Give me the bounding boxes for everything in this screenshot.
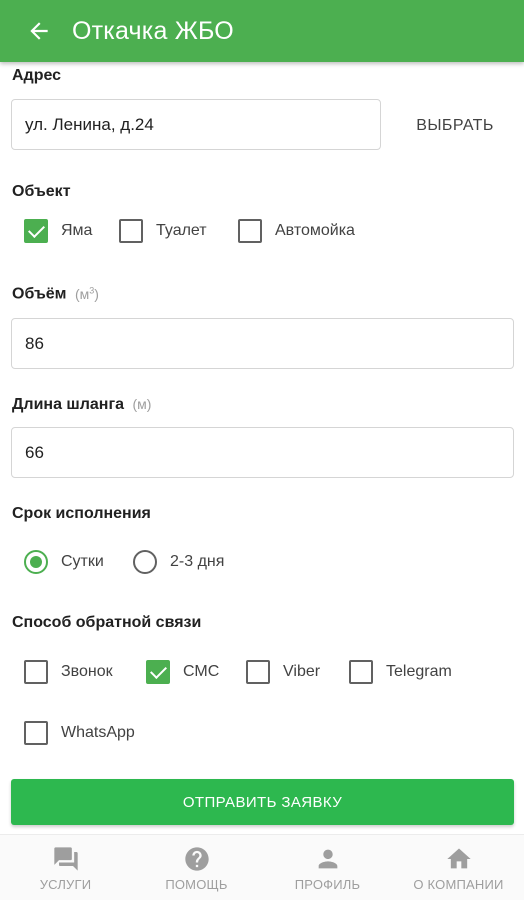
deadline-option-label: Сутки <box>61 553 104 570</box>
deadline-option-2-3-days[interactable]: 2-3 дня <box>133 547 224 577</box>
deadline-label: Срок исполнения <box>12 505 151 522</box>
back-button[interactable] <box>22 14 56 48</box>
object-option-pit[interactable]: Яма <box>24 216 92 246</box>
object-option-label: Яма <box>61 222 93 239</box>
nav-item-profile[interactable]: ПРОФИЛЬ <box>262 835 393 900</box>
object-option-carwash[interactable]: Автомойка <box>238 216 355 246</box>
volume-unit-text: м <box>79 285 90 302</box>
object-option-label: Автомойка <box>275 222 355 239</box>
checkbox-telegram[interactable] <box>349 660 373 684</box>
hose-length-label: Длина шланга (м) <box>12 396 151 414</box>
feedback-option-label: Telegram <box>386 663 452 680</box>
feedback-option-telegram[interactable]: Telegram <box>349 657 452 687</box>
hose-unit: (м) <box>132 396 152 412</box>
page-title: Откачка ЖБО <box>72 16 234 45</box>
feedback-option-label: Viber <box>283 663 321 680</box>
bottom-navigation: УСЛУГИ ПОМОЩЬ ПРОФИЛЬ О КОМПАНИИ <box>0 834 524 900</box>
checkbox-call[interactable] <box>24 660 48 684</box>
pick-address-button[interactable]: ВЫБРАТЬ <box>400 104 510 148</box>
nav-label: О КОМПАНИИ <box>413 877 504 892</box>
help-circle-icon <box>182 844 212 874</box>
object-option-label: Туалет <box>156 222 207 239</box>
volume-unit: (м3) <box>74 285 99 302</box>
hose-length-label-text: Длина шланга <box>12 396 125 413</box>
checkbox-toilet[interactable] <box>119 219 143 243</box>
deadline-option-label: 2-3 дня <box>170 553 225 570</box>
radio-day[interactable] <box>24 550 48 574</box>
checkbox-viber[interactable] <box>246 660 270 684</box>
deadline-option-day[interactable]: Сутки <box>24 547 104 577</box>
checkbox-pit[interactable] <box>24 219 48 243</box>
nav-label: ПОМОЩЬ <box>165 877 228 892</box>
home-icon <box>444 844 474 874</box>
app-bar: Откачка ЖБО <box>0 0 524 62</box>
arrow-back-icon <box>30 22 48 40</box>
object-option-toilet[interactable]: Туалет <box>119 216 207 246</box>
nav-label: ПРОФИЛЬ <box>294 877 361 892</box>
checkbox-carwash[interactable] <box>238 219 262 243</box>
hose-unit-text: м <box>137 396 147 412</box>
address-field[interactable]: ул. Ленина, д.24 <box>11 99 381 150</box>
feedback-option-sms[interactable]: СМС <box>146 657 219 687</box>
feedback-option-viber[interactable]: Viber <box>246 657 320 687</box>
feedback-option-label: СМС <box>183 663 220 680</box>
nav-item-help[interactable]: ПОМОЩЬ <box>131 835 262 900</box>
chat-bubbles-icon <box>51 844 81 874</box>
address-label: Адрес <box>12 67 62 84</box>
hose-length-input[interactable]: 66 <box>11 427 514 478</box>
nav-label: УСЛУГИ <box>39 877 92 892</box>
volume-label-text: Объём <box>12 285 67 303</box>
volume-unit-power: 3 <box>89 285 95 295</box>
volume-label: Объём (м3) <box>12 285 99 304</box>
object-label: Объект <box>12 183 71 200</box>
person-icon <box>313 844 343 874</box>
volume-input[interactable]: 86 <box>11 318 514 369</box>
checkbox-sms[interactable] <box>146 660 170 684</box>
nav-item-about[interactable]: О КОМПАНИИ <box>393 835 524 900</box>
feedback-option-whatsapp[interactable]: WhatsApp <box>24 718 135 748</box>
checkbox-whatsapp[interactable] <box>24 721 48 745</box>
submit-request-button[interactable]: ОТПРАВИТЬ ЗАЯВКУ <box>11 779 514 825</box>
feedback-option-label: WhatsApp <box>61 724 135 741</box>
feedback-option-call[interactable]: Звонок <box>24 657 113 687</box>
feedback-option-label: Звонок <box>61 663 113 680</box>
nav-item-services[interactable]: УСЛУГИ <box>0 835 131 900</box>
feedback-label: Способ обратной связи <box>12 614 202 631</box>
radio-2-3-days[interactable] <box>133 550 157 574</box>
